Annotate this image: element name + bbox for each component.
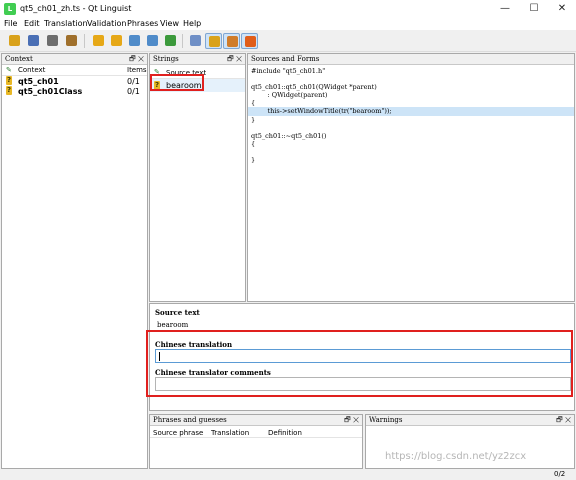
items-column-header[interactable]: Items	[127, 65, 147, 76]
menu-file[interactable]: File	[4, 19, 17, 28]
done-next-icon-glyph	[165, 35, 176, 46]
maximize-button[interactable]: ☐	[520, 0, 548, 18]
context-row[interactable]: ? qt5_ch01Class 0/1	[2, 86, 147, 96]
code-line: }	[251, 115, 256, 124]
code-line: {	[251, 99, 256, 108]
strings-pane-title-text: Strings	[153, 55, 179, 63]
menu-phrases[interactable]: Phrases	[127, 19, 158, 28]
open-icon[interactable]	[6, 33, 23, 49]
code-line: this->setWindowTitle(tr("bearoom"));	[248, 107, 574, 116]
window-title: qt5_ch01_zh.ts - Qt Linguist	[20, 4, 132, 13]
prev-unfinished-icon[interactable]	[90, 33, 107, 49]
context-pane-title-text: Context	[5, 55, 33, 63]
prev-icon[interactable]	[126, 33, 143, 49]
unfinished-icon: ?	[6, 86, 12, 95]
context-items: 0/1	[127, 77, 140, 86]
save-icon-glyph	[28, 35, 39, 46]
toolbar-separator	[84, 34, 85, 48]
code-line: qt5_ch01::~qt5_ch01()	[251, 131, 327, 140]
menu-help[interactable]: Help	[183, 19, 201, 28]
code-line: qt5_ch01::qt5_ch01(QWidget *parent)	[251, 83, 377, 92]
dock-float-close-icon[interactable]: 🗗 ✕	[227, 54, 242, 65]
strings-pane-title: Strings 🗗 ✕	[150, 54, 245, 65]
dock-float-close-icon[interactable]: 🗗 ✕	[344, 415, 359, 426]
next-icon[interactable]	[144, 33, 161, 49]
prev-unfinished-icon-glyph	[93, 35, 104, 46]
ending-punctuation-icon[interactable]	[205, 33, 222, 49]
dock-float-close-icon[interactable]: 🗗 ✕	[129, 54, 144, 65]
accelerators-icon[interactable]	[187, 33, 204, 49]
context-items: 0/1	[127, 87, 140, 96]
sources-pane-title: Sources and Forms	[248, 54, 574, 65]
phrases-pane-title: Phrases and guesses 🗗 ✕	[150, 415, 362, 426]
status-progress: 0/2	[554, 470, 566, 478]
context-pane-title: Context 🗗 ✕	[2, 54, 147, 65]
phrasebook-icon[interactable]	[63, 33, 80, 49]
warnings-pane-title: Warnings 🗗 ✕	[366, 415, 574, 426]
warnings-pane-title-text: Warnings	[369, 416, 403, 424]
code-line: }	[251, 156, 256, 165]
toolbar-separator	[182, 34, 183, 48]
phrases-pane: Phrases and guesses 🗗 ✕ Source phrase Tr…	[149, 414, 363, 469]
done-next-icon[interactable]	[162, 33, 179, 49]
status-bar: 0/2	[0, 469, 576, 480]
place-markers-icon-glyph	[245, 36, 256, 47]
menu-view[interactable]: View	[160, 19, 179, 28]
menu-validation[interactable]: Validation	[87, 19, 127, 28]
code-line: {	[251, 139, 256, 148]
accelerators-icon-glyph	[190, 35, 201, 46]
source-phrase-column-header[interactable]: Source phrase	[153, 427, 203, 439]
context-header-icon: ✎	[6, 66, 12, 74]
minimize-button[interactable]: —	[491, 0, 519, 18]
context-name: qt5_ch01	[18, 77, 59, 86]
phrase-matches-icon[interactable]	[223, 33, 240, 49]
sources-pane-title-text: Sources and Forms	[251, 55, 320, 63]
sources-pane: Sources and Forms #include "qt5_ch01.h"q…	[247, 53, 575, 302]
prev-icon-glyph	[129, 35, 140, 46]
menu-edit[interactable]: Edit	[24, 19, 40, 28]
phrases-pane-title-text: Phrases and guesses	[153, 416, 227, 424]
dock-float-close-icon[interactable]: 🗗 ✕	[556, 415, 571, 426]
context-row[interactable]: ? qt5_ch01 0/1	[2, 76, 147, 86]
unfinished-icon: ?	[6, 76, 12, 85]
menu-bar: File Edit Translation Validation Phrases…	[0, 18, 576, 30]
context-header-row: ✎ Context Items	[2, 65, 147, 76]
next-unfinished-icon-glyph	[111, 35, 122, 46]
close-button[interactable]: ✕	[548, 0, 576, 18]
ending-punctuation-icon-glyph	[209, 36, 220, 47]
title-bar: L qt5_ch01_zh.ts - Qt Linguist — ☐ ✕	[0, 0, 576, 18]
menu-translation[interactable]: Translation	[44, 19, 88, 28]
toolbar	[0, 30, 576, 52]
context-column-header[interactable]: Context	[18, 65, 45, 76]
source-text-label: Source text	[155, 308, 200, 317]
definition-column-header[interactable]: Definition	[268, 427, 302, 439]
place-markers-icon[interactable]	[241, 33, 258, 49]
phrases-header-row: Source phrase Translation Definition	[150, 426, 362, 438]
code-line: : QWidget(parent)	[251, 91, 328, 100]
source-code-view: #include "qt5_ch01.h"qt5_ch01::qt5_ch01(…	[248, 65, 574, 164]
save-icon[interactable]	[25, 33, 42, 49]
next-icon-glyph	[147, 35, 158, 46]
context-pane: Context 🗗 ✕ ✎ Context Items ? qt5_ch01 0…	[1, 53, 148, 469]
code-line: #include "qt5_ch01.h"	[251, 67, 326, 75]
qt-linguist-app-icon: L	[4, 3, 16, 15]
print-icon[interactable]	[44, 33, 61, 49]
phrasebook-icon-glyph	[66, 35, 77, 46]
watermark: https://blog.csdn.net/yz2zcx	[385, 451, 527, 462]
context-name: qt5_ch01Class	[18, 87, 83, 96]
source-text-value: bearoom	[157, 321, 189, 329]
next-unfinished-icon[interactable]	[108, 33, 125, 49]
open-icon-glyph	[9, 35, 20, 46]
highlight-box	[146, 330, 573, 397]
print-icon-glyph	[47, 35, 58, 46]
phrase-matches-icon-glyph	[227, 36, 238, 47]
translation-column-header[interactable]: Translation	[211, 427, 249, 439]
highlight-box	[150, 74, 204, 91]
